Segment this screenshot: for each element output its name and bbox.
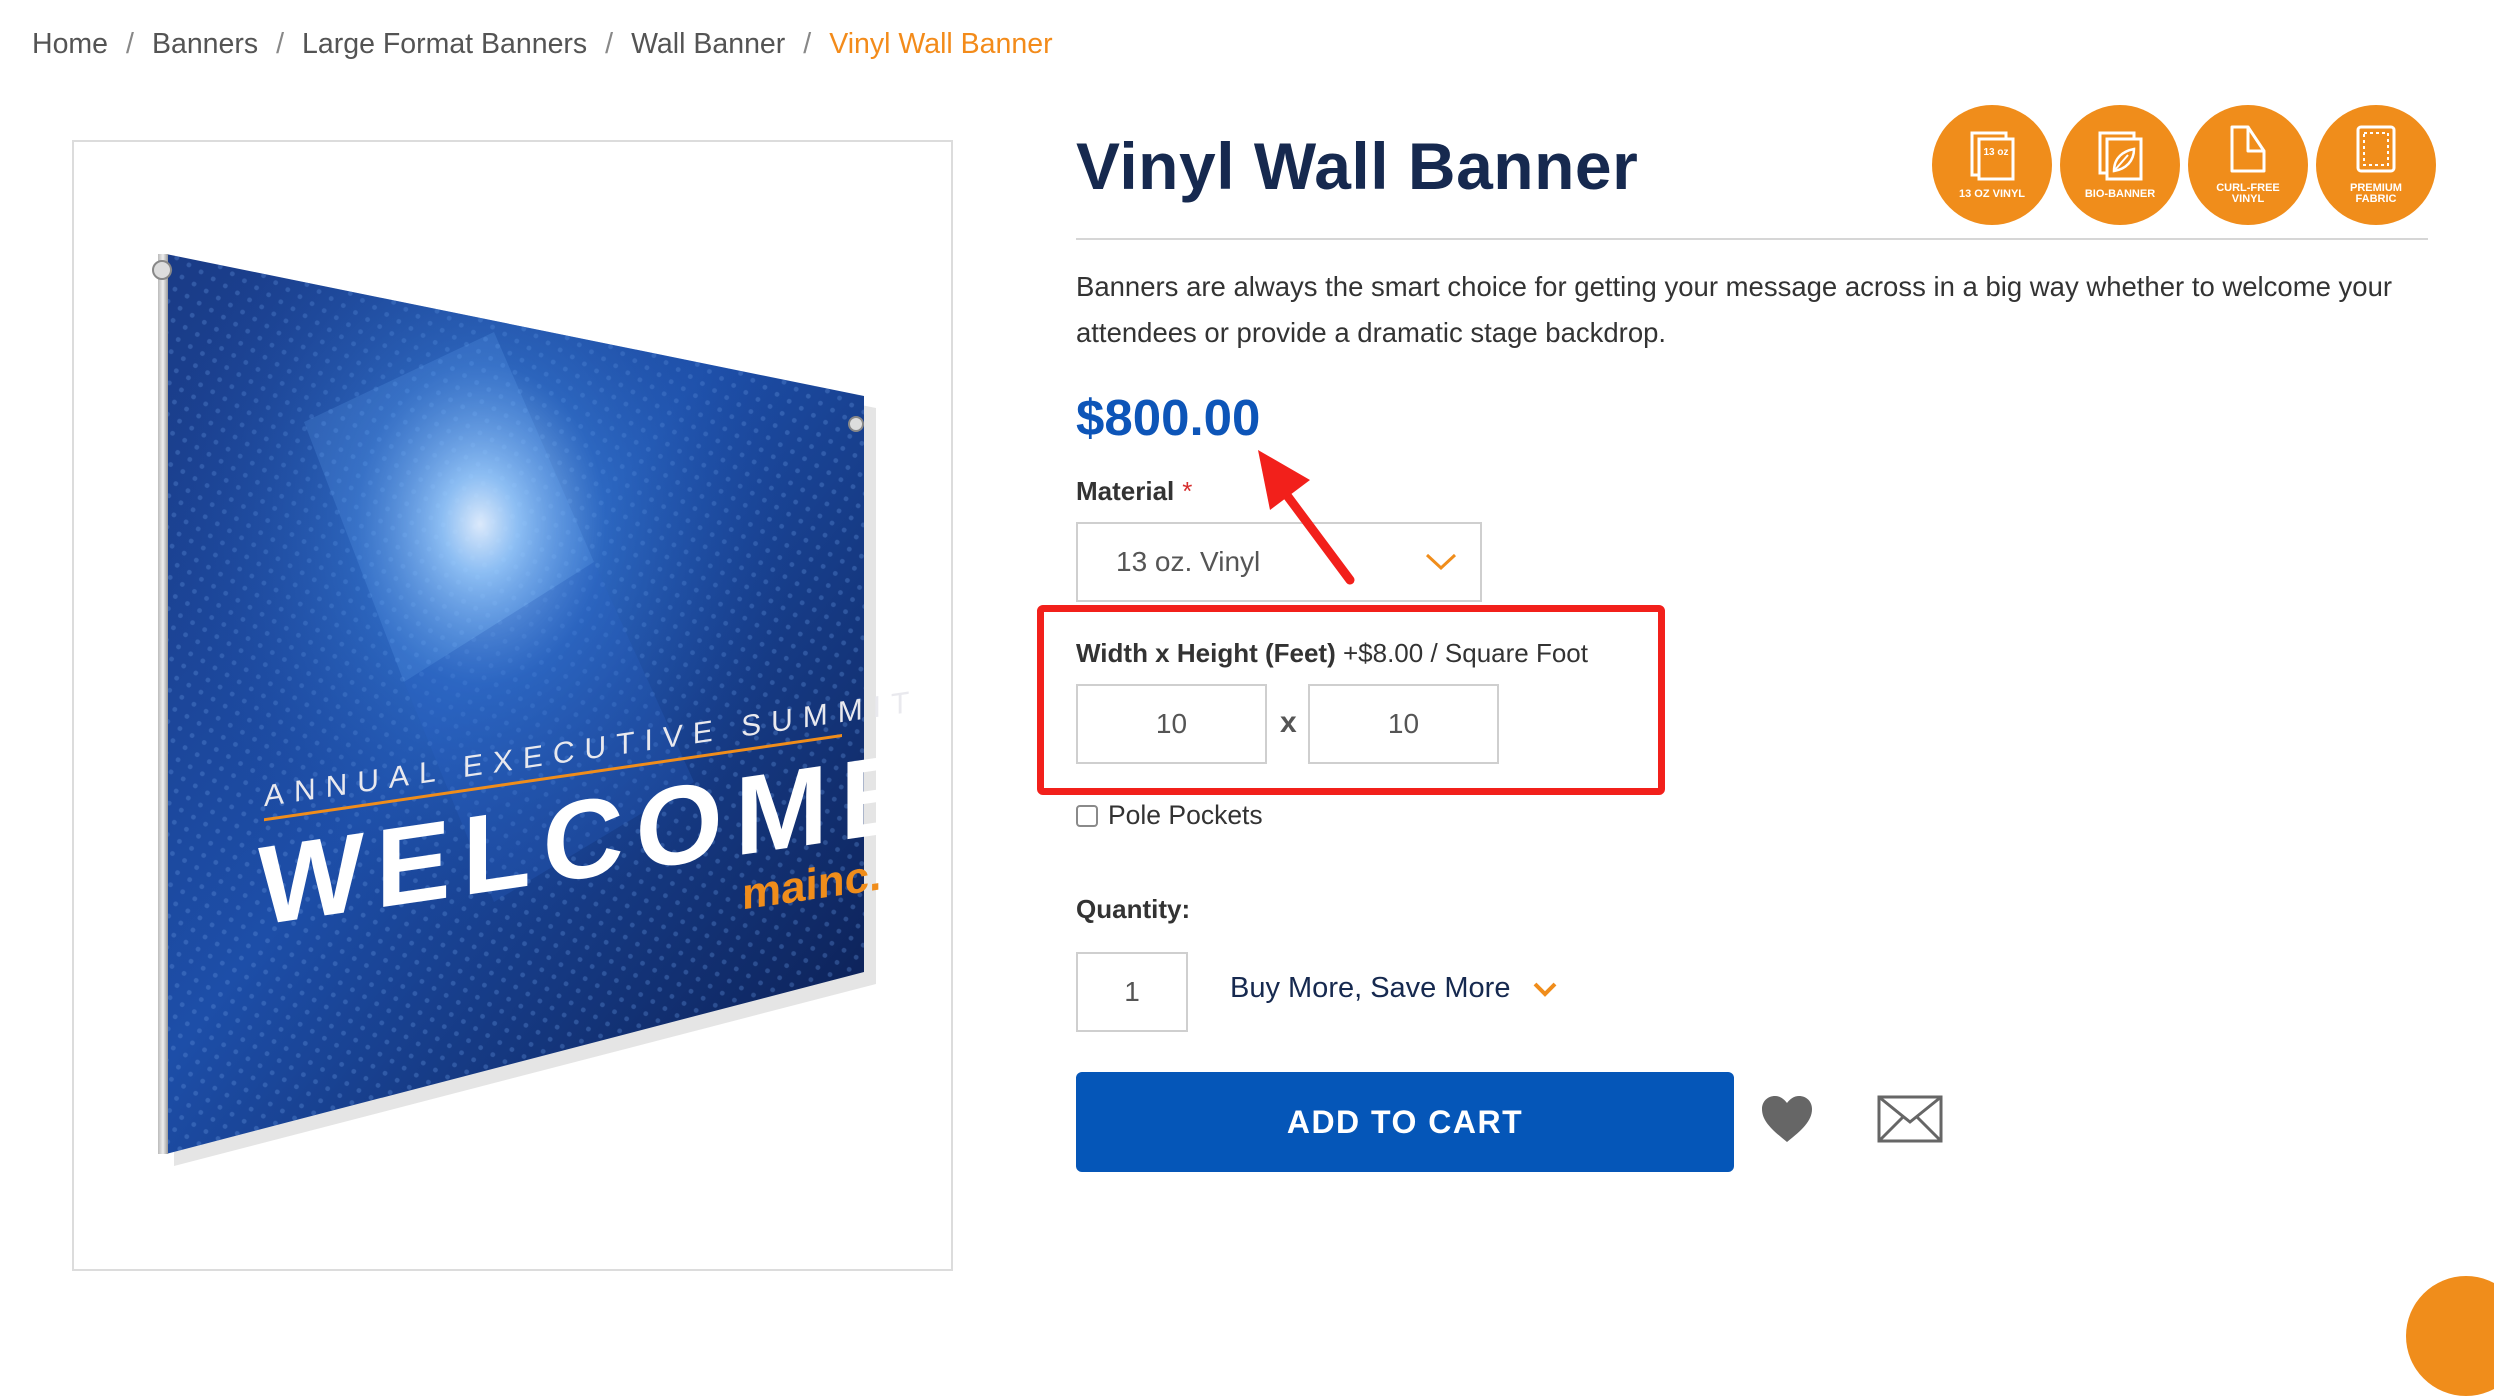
breadcrumb-separator: / — [126, 28, 134, 60]
breadcrumb-separator: / — [605, 28, 614, 60]
curl-free-icon — [2230, 125, 2266, 173]
product-description: Banners are always the smart choice for … — [1076, 271, 2393, 348]
material-label-text: Material — [1076, 476, 1175, 506]
badge-premium-fabric[interactable]: PREMIUM FABRIC — [2316, 105, 2436, 225]
breadcrumb-separator: / — [803, 28, 812, 60]
height-input[interactable] — [1308, 684, 1499, 764]
chat-widget-button[interactable] — [2406, 1276, 2494, 1396]
heart-icon[interactable] — [1758, 1092, 1816, 1146]
buy-more-label: Buy More, Save More — [1230, 972, 1511, 1004]
annotation-arrow — [1258, 450, 1355, 585]
product-image: ANNUAL EXECUTIVE SUMMIT WELCOME mainc. — [152, 254, 927, 1166]
dimensions-price-note: +$8.00 / Square Foot — [1342, 638, 1588, 668]
vinyl-sheet-icon: 13 oz — [1970, 131, 2015, 180]
breadcrumb-wall-banner[interactable]: Wall Banner — [631, 28, 785, 61]
breadcrumb-home[interactable]: Home — [32, 28, 108, 61]
mail-icon[interactable] — [1876, 1094, 1944, 1144]
quantity-input[interactable] — [1076, 952, 1188, 1032]
chevron-down-icon — [1534, 982, 1557, 997]
width-input[interactable] — [1076, 684, 1267, 764]
breadcrumb-current: Vinyl Wall Banner — [829, 28, 1053, 60]
pole-pockets-option: Pole Pockets — [1076, 800, 1263, 831]
buy-more-toggle[interactable]: Buy More, Save More — [1230, 972, 1558, 1005]
badge-bio-banner[interactable]: BIO-BANNER — [2060, 105, 2180, 225]
svg-text:13 oz: 13 oz — [1983, 147, 2008, 158]
badge-label: 13 OZ VINYL — [1958, 187, 2026, 200]
product-price: $800.00 — [1076, 389, 1261, 446]
badge-label: BIO-BANNER — [2084, 187, 2156, 200]
pole-pockets-checkbox[interactable] — [1076, 804, 1098, 827]
title-divider — [1076, 238, 2428, 240]
feature-badges: 13 oz 13 OZ VINYL BIO-BANNER CURL-FREE V… — [1932, 105, 2436, 225]
badge-label: PREMIUM FABRIC — [2350, 182, 2402, 205]
breadcrumb: Home / Banners / Large Format Banners / … — [32, 28, 1053, 61]
breadcrumb-banners[interactable]: Banners — [152, 28, 258, 61]
dimension-separator: x — [1280, 706, 1297, 739]
breadcrumb-separator: / — [276, 28, 285, 60]
product-image-frame[interactable]: ANNUAL EXECUTIVE SUMMIT WELCOME mainc. — [72, 140, 953, 1271]
quantity-label: Quantity: — [1076, 894, 1191, 924]
add-to-cart-button[interactable]: ADD TO CART — [1076, 1072, 1734, 1172]
badge-label: CURL-FREE VINYL — [2216, 182, 2280, 205]
dimensions-label: Width x Height (Feet) +$8.00 / Square Fo… — [1076, 638, 1588, 669]
badge-13oz-vinyl[interactable]: 13 oz 13 OZ VINYL — [1932, 105, 2052, 225]
fabric-icon — [2356, 125, 2396, 173]
chevron-down-icon — [1425, 553, 1457, 571]
breadcrumb-large-format-banners[interactable]: Large Format Banners — [302, 28, 587, 61]
material-selected-value: 13 oz. Vinyl — [1116, 546, 1261, 577]
pole-pockets-label: Pole Pockets — [1108, 800, 1263, 830]
badge-curl-free-vinyl[interactable]: CURL-FREE VINYL — [2188, 105, 2308, 225]
required-mark: * — [1182, 476, 1193, 506]
bio-leaf-icon — [2098, 131, 2143, 180]
dimensions-label-text: Width x Height (Feet) — [1076, 638, 1336, 668]
product-title: Vinyl Wall Banner — [1076, 129, 1639, 203]
material-label: Material * — [1076, 476, 1192, 507]
